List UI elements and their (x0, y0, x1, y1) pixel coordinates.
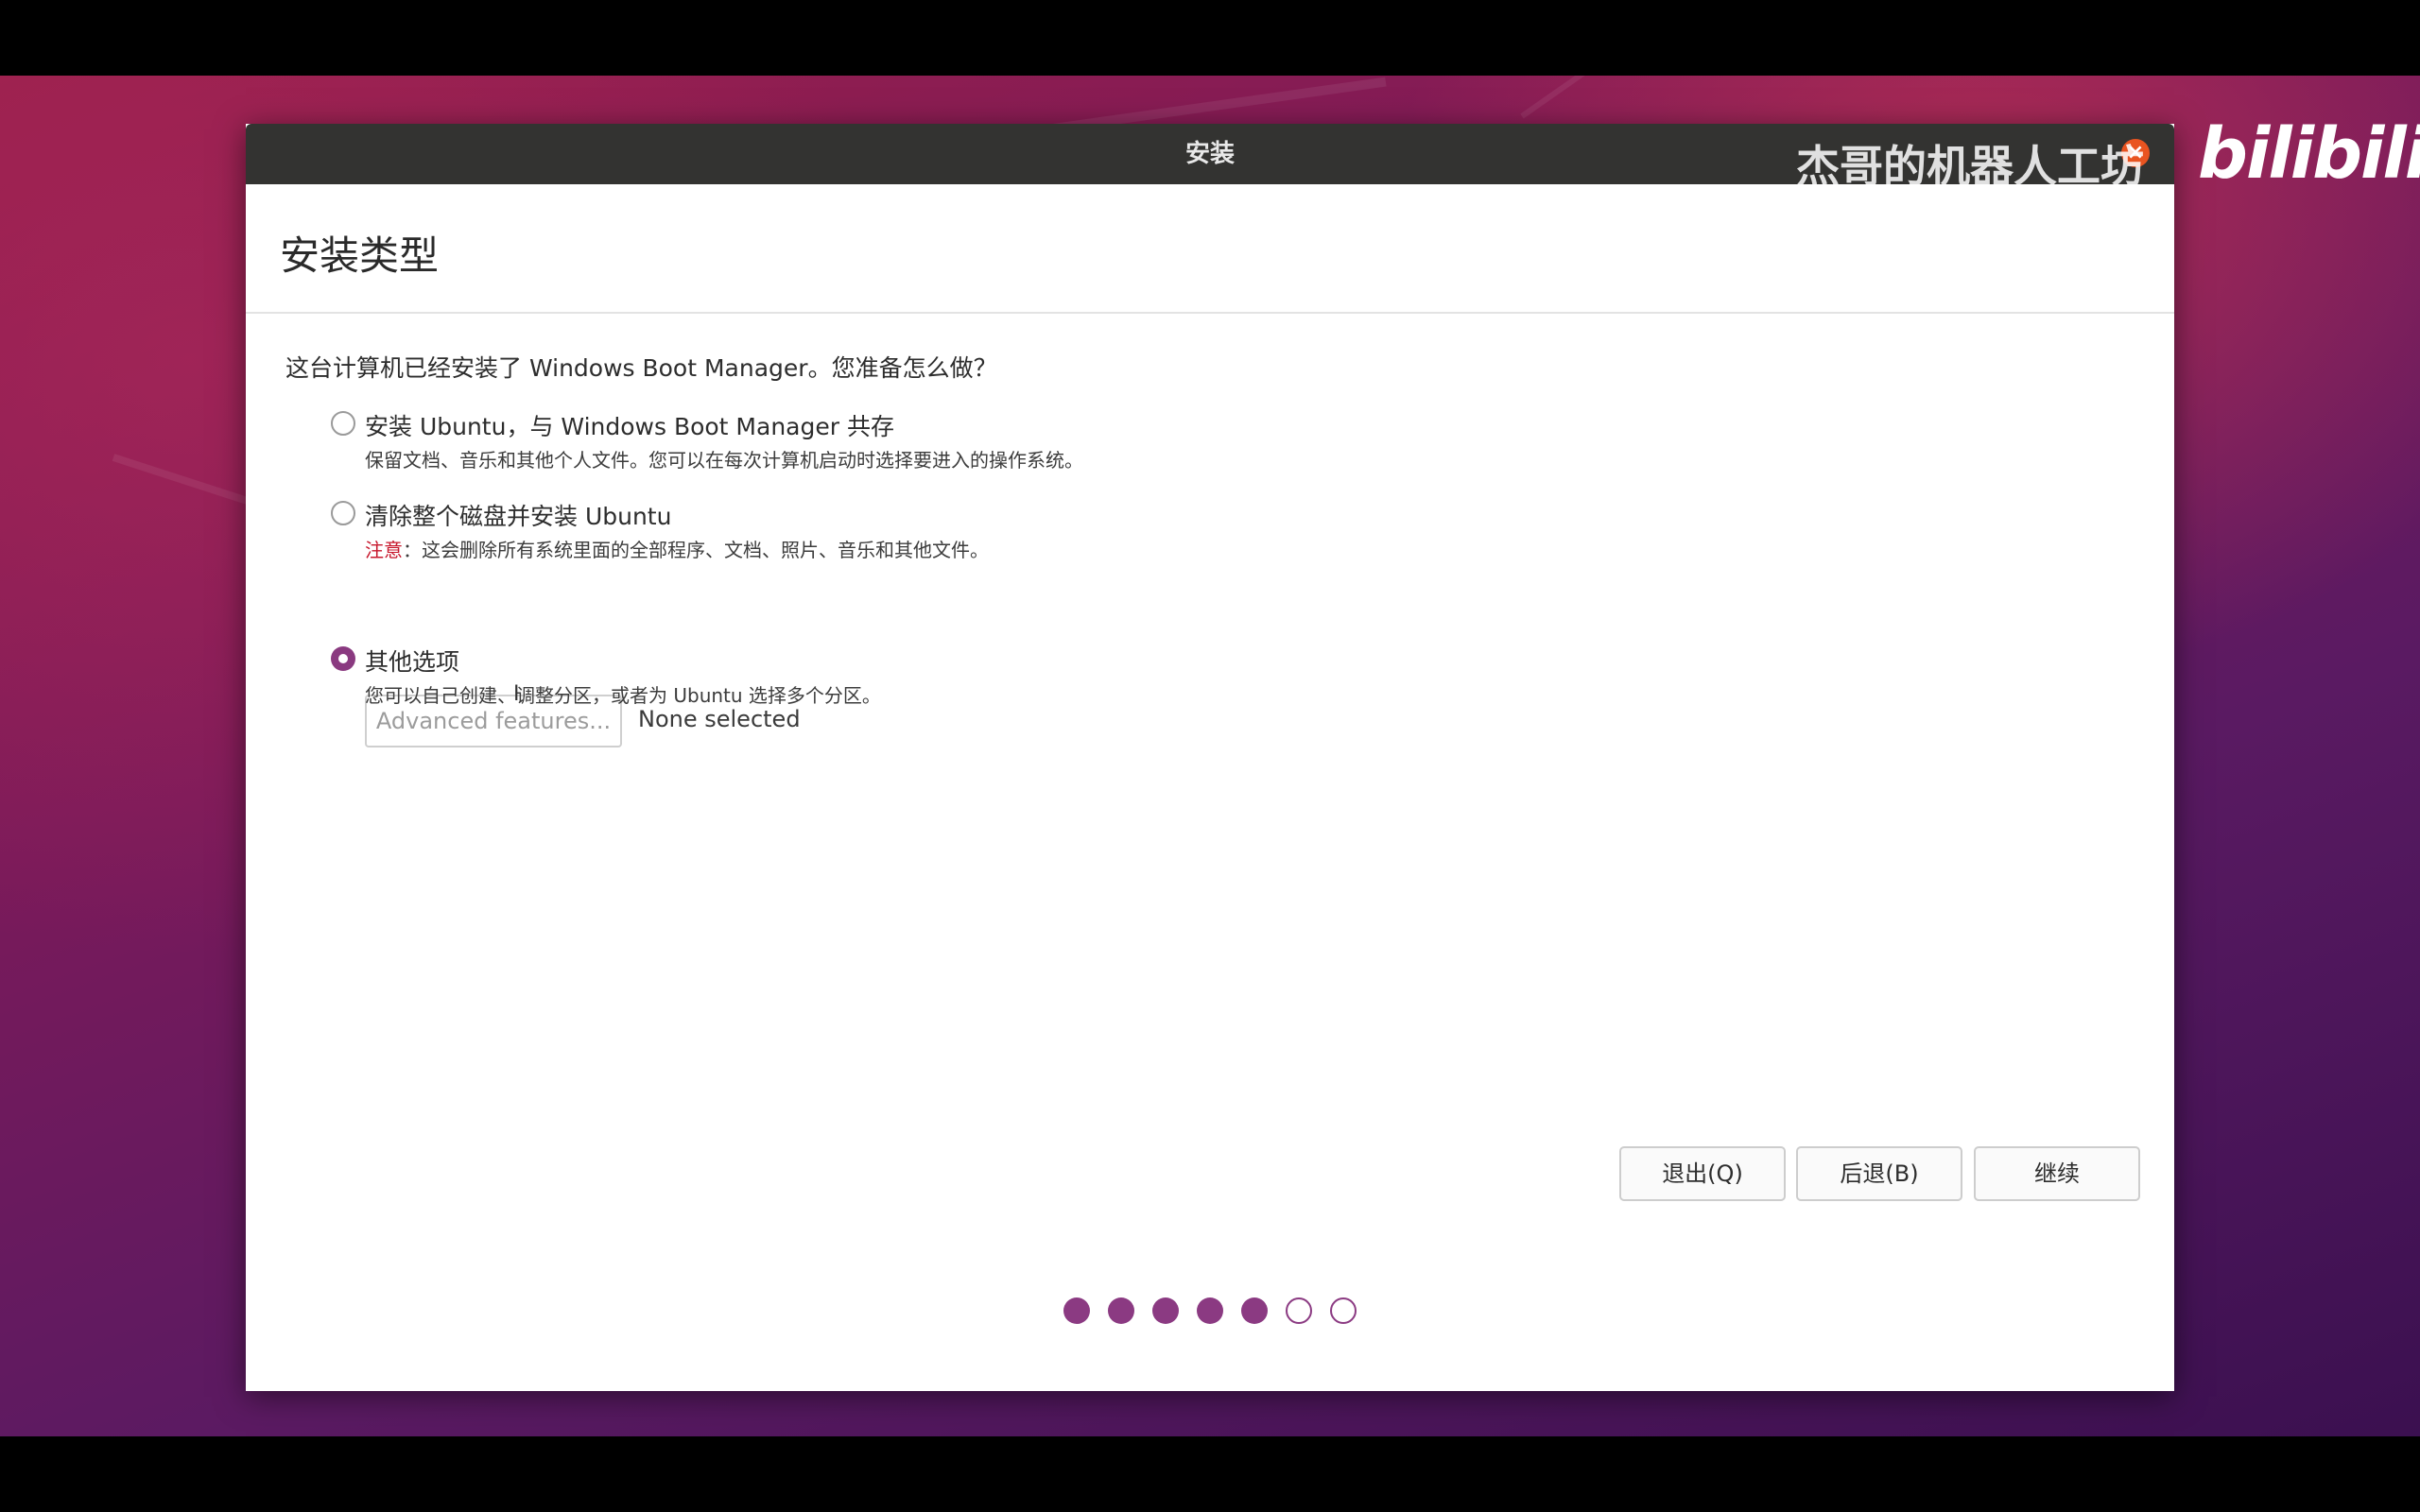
radio-something-else[interactable] (331, 646, 355, 671)
progress-dot (1152, 1297, 1179, 1324)
advanced-status: None selected (638, 706, 801, 732)
option-description: 保留文档、音乐和其他个人文件。您可以在每次计算机启动时选择要进入的操作系统。 (365, 449, 1083, 472)
install-question: 这台计算机已经安装了 Windows Boot Manager。您准备怎么做？ (285, 354, 997, 382)
progress-dot (1197, 1297, 1223, 1324)
warning-text: ：这会删除所有系统里面的全部程序、文档、照片、音乐和其他文件。 (403, 539, 989, 561)
progress-dot (1286, 1297, 1312, 1324)
option-description: 您可以自己创建、调整分区，或者为 Ubuntu 选择多个分区。 (365, 684, 881, 707)
option-label[interactable]: 其他选项 (365, 644, 459, 678)
warning-label: 注意 (365, 539, 403, 561)
progress-dot (1330, 1297, 1357, 1324)
page-header: 安装类型 (246, 184, 2174, 314)
radio-install-alongside[interactable] (331, 411, 355, 436)
radio-erase-disk[interactable] (331, 501, 355, 525)
progress-dot (1241, 1297, 1268, 1324)
letterbox-bottom (0, 1436, 2420, 1512)
bilibili-logo: bilibili (2198, 113, 2420, 195)
page-title: 安装类型 (280, 232, 440, 279)
channel-watermark: 杰哥的机器人工坊 (1796, 141, 2144, 192)
option-label[interactable]: 清除整个磁盘并安装 Ubuntu (365, 498, 671, 532)
quit-button[interactable]: 退出(Q) (1619, 1146, 1786, 1201)
continue-button[interactable]: 继续 (1974, 1146, 2140, 1201)
progress-dot (1063, 1297, 1090, 1324)
background-streak (1520, 76, 1679, 119)
option-label[interactable]: 安装 Ubuntu，与 Windows Boot Manager 共存 (365, 408, 894, 442)
option-description: 注意：这会删除所有系统里面的全部程序、文档、照片、音乐和其他文件。 (365, 535, 989, 562)
installer-window: 安装 × 安装类型 这台计算机已经安装了 Windows Boot Manage… (246, 124, 2174, 1391)
text-cursor-icon: I (513, 682, 520, 706)
progress-dot (1108, 1297, 1134, 1324)
back-button[interactable]: 后退(B) (1796, 1146, 1962, 1201)
